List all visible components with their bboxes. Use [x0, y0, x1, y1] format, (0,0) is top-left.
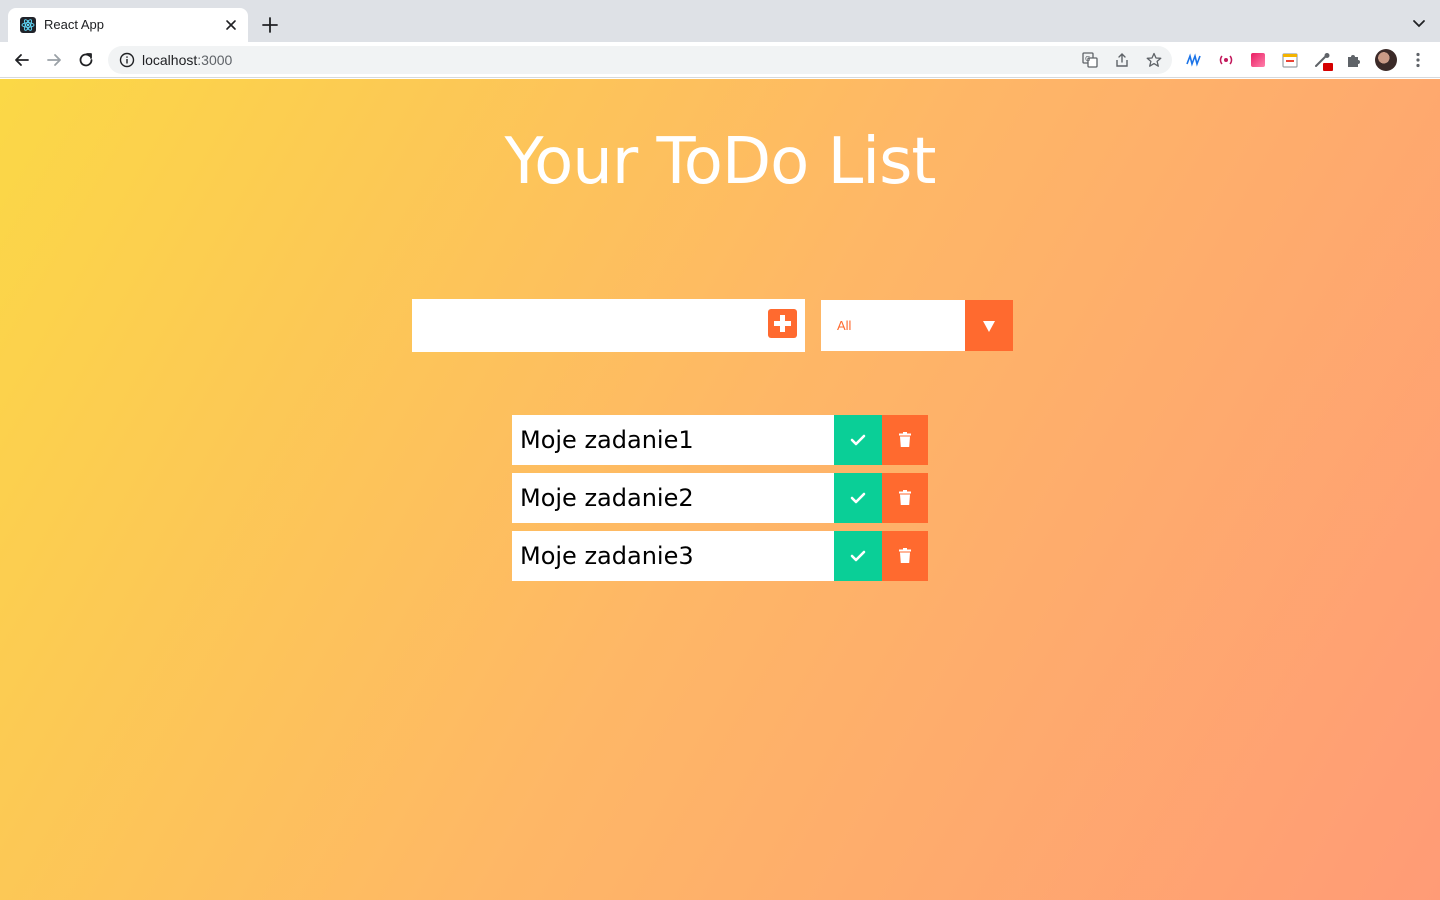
todo-item: Moje zadanie1 — [512, 415, 928, 465]
add-todo-button[interactable] — [768, 309, 797, 338]
tab-search-chevron-icon[interactable] — [1412, 17, 1426, 31]
app-page: Your ToDo List All Moje zadanie1 Moje za… — [0, 79, 1440, 900]
extensions-puzzle-icon[interactable] — [1345, 51, 1363, 69]
site-info-icon[interactable] — [119, 52, 135, 68]
trash-icon — [899, 490, 911, 505]
filter-select[interactable]: All — [821, 300, 1013, 351]
extension-calendar-icon[interactable] — [1281, 51, 1299, 69]
svg-text:G: G — [1085, 55, 1090, 63]
close-tab-icon[interactable] — [222, 16, 240, 34]
todo-text: Moje zadanie3 — [512, 531, 834, 581]
react-favicon-icon — [20, 17, 36, 33]
reload-icon[interactable] — [76, 50, 96, 70]
new-tab-icon[interactable] — [260, 15, 280, 35]
check-icon — [850, 434, 866, 446]
todo-text: Moje zadanie1 — [512, 415, 834, 465]
todo-input[interactable] — [412, 299, 762, 352]
browser-tab[interactable]: React App — [8, 8, 248, 42]
extension-eyedropper-icon[interactable] — [1313, 51, 1333, 71]
check-icon — [850, 550, 866, 562]
todo-list: Moje zadanie1 Moje zadanie2 Moje zadanie… — [512, 415, 928, 589]
filter-selected-value: All — [837, 318, 852, 333]
tab-title: React App — [44, 17, 104, 32]
todo-item: Moje zadanie2 — [512, 473, 928, 523]
check-icon — [850, 492, 866, 504]
complete-button[interactable] — [834, 415, 882, 465]
todo-text: Moje zadanie2 — [512, 473, 834, 523]
address-bar[interactable]: localhost:3000 G — [108, 46, 1172, 74]
trash-icon — [899, 548, 911, 563]
trash-icon — [899, 432, 911, 447]
url-text: localhost:3000 — [142, 52, 233, 68]
profile-avatar[interactable] — [1375, 49, 1397, 71]
extension-gradient-icon[interactable] — [1249, 51, 1267, 69]
page-title: Your ToDo List — [504, 125, 937, 199]
todo-item: Moje zadanie3 — [512, 531, 928, 581]
extension-broadcast-icon[interactable] — [1217, 51, 1235, 69]
delete-button[interactable] — [882, 531, 928, 581]
browser-tab-strip: React App — [0, 0, 1440, 42]
browser-menu-icon[interactable] — [1410, 51, 1426, 69]
back-arrow-icon[interactable] — [12, 50, 32, 70]
translate-icon[interactable]: G — [1082, 52, 1098, 68]
complete-button[interactable] — [834, 473, 882, 523]
share-icon[interactable] — [1114, 52, 1130, 68]
delete-button[interactable] — [882, 415, 928, 465]
forward-arrow-icon[interactable] — [44, 50, 64, 70]
delete-button[interactable] — [882, 473, 928, 523]
bookmark-star-icon[interactable] — [1146, 52, 1162, 68]
extension-wave-icon[interactable] — [1185, 51, 1203, 69]
complete-button[interactable] — [834, 531, 882, 581]
dropdown-arrow-icon[interactable] — [965, 300, 1013, 351]
browser-toolbar: localhost:3000 G — [0, 42, 1440, 78]
todo-form — [412, 299, 805, 352]
